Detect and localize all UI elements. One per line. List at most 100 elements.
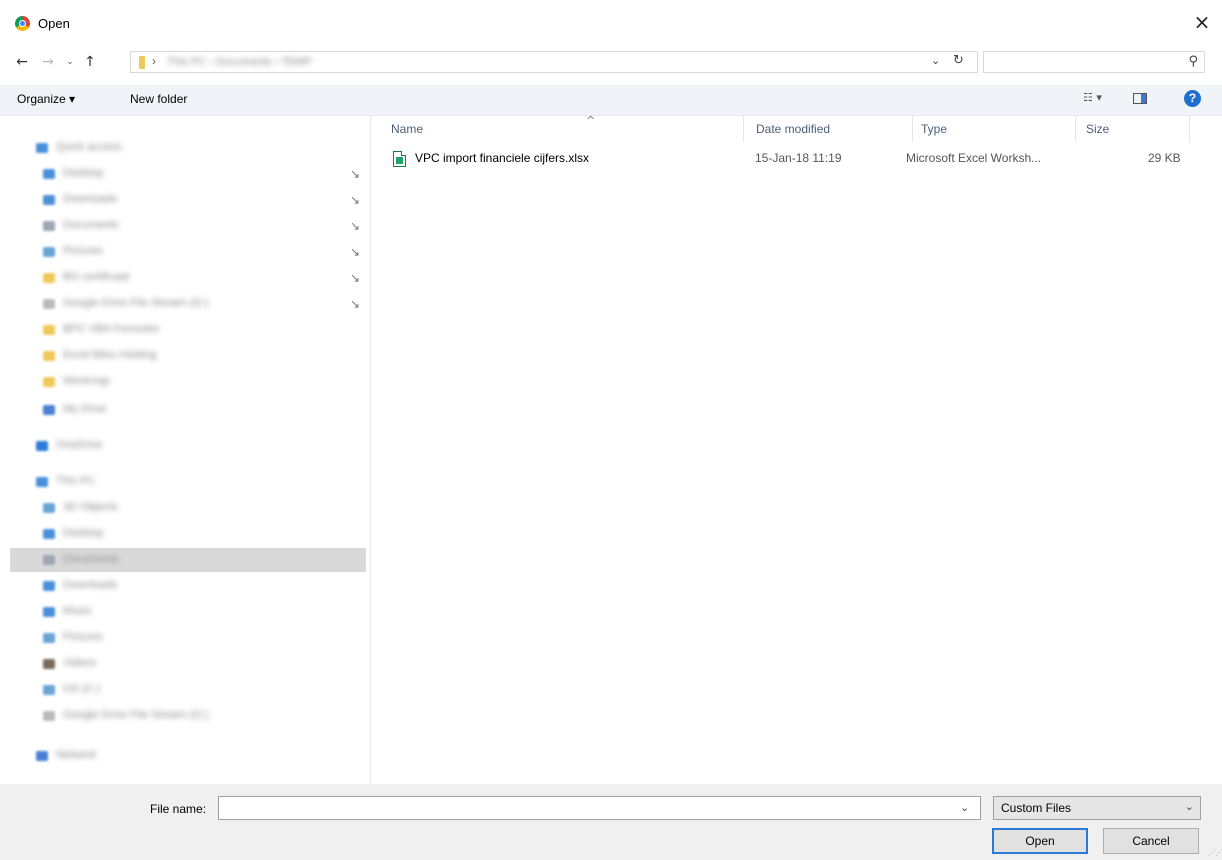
- sidebar-item[interactable]: Videos: [0, 652, 368, 676]
- title-bar: Open ×: [0, 0, 1222, 46]
- column-divider[interactable]: [1189, 116, 1190, 142]
- folder-icon: [139, 56, 145, 69]
- sidebar-item[interactable]: 3D Objects: [0, 496, 368, 520]
- sidebar-item[interactable]: Desktop ↘: [0, 162, 368, 186]
- sidebar-item[interactable]: Documents ↘: [0, 214, 368, 238]
- file-size: 29 KB: [1148, 151, 1181, 165]
- sidebar-item[interactable]: Network: [0, 744, 368, 768]
- sidebar-item[interactable]: Quick access: [0, 136, 368, 160]
- up-button[interactable]: ↑: [80, 53, 100, 71]
- sidebar-item[interactable]: Downloads: [0, 574, 368, 598]
- sidebar-item[interactable]: Google Drive File Stream (G:): [0, 704, 368, 728]
- sidebar-item[interactable]: Google Drive File Stream (G:) ↘: [0, 292, 368, 316]
- sidebar-item[interactable]: Downloads ↘: [0, 188, 368, 212]
- column-divider[interactable]: [743, 116, 744, 142]
- sidebar-item[interactable]: Documents: [0, 548, 368, 572]
- address-bar[interactable]: › This PC › Documents › TEMP ⌄ ↻: [130, 51, 978, 73]
- folder-icon: [36, 441, 48, 451]
- address-dropdown-button[interactable]: ⌄: [931, 54, 940, 67]
- sidebar-item-label: This PC: [56, 475, 96, 487]
- pin-icon: ↘: [350, 245, 361, 259]
- chevron-down-icon: ⌄: [1184, 800, 1194, 813]
- sidebar-item-label: Quick access: [56, 141, 122, 153]
- file-type-select[interactable]: Custom Files ⌄: [993, 796, 1201, 820]
- sidebar-item-label: Documents: [63, 553, 119, 565]
- new-folder-button[interactable]: New folder: [130, 92, 187, 106]
- cancel-button[interactable]: Cancel: [1103, 828, 1199, 854]
- close-button[interactable]: ×: [1188, 10, 1216, 36]
- sidebar-item[interactable]: BPC VBA Formules: [0, 318, 368, 342]
- column-header-date-modified[interactable]: Date modified: [756, 122, 830, 136]
- folder-icon: [43, 273, 55, 283]
- sort-ascending-icon: ^: [586, 114, 596, 127]
- file-name-dropdown-button[interactable]: ⌄: [960, 801, 969, 814]
- sidebar-item-label: BG certificaat: [63, 271, 130, 283]
- folder-icon: [43, 299, 55, 309]
- folder-icon: [43, 607, 55, 617]
- search-icon[interactable]: ⚲: [1188, 54, 1198, 69]
- folder-icon: [43, 351, 55, 361]
- column-header-type[interactable]: Type: [921, 122, 947, 136]
- sidebar-item-label: Pictures: [63, 631, 103, 643]
- file-name-label: File name:: [150, 802, 207, 816]
- file-name-input[interactable]: [218, 796, 981, 820]
- column-divider[interactable]: [912, 116, 913, 142]
- sidebar-item-label: Google Drive File Stream (G:): [63, 709, 209, 721]
- folder-icon: [43, 685, 55, 695]
- column-header-name[interactable]: Name: [391, 122, 423, 136]
- sidebar-item-label: Downloads: [63, 579, 118, 591]
- recent-locations-button[interactable]: ⌄: [60, 53, 80, 71]
- sidebar-item-label: My Drive: [63, 403, 107, 415]
- folder-icon: [43, 325, 55, 335]
- folder-icon: [43, 659, 55, 669]
- resize-grip[interactable]: ⋰⋰: [1208, 848, 1222, 857]
- sidebar-item[interactable]: My Drive: [0, 398, 368, 422]
- sidebar-item[interactable]: BG certificaat ↘: [0, 266, 368, 290]
- sidebar-item-label: BPC VBA Formules: [63, 323, 159, 335]
- sidebar-item-label: OneDrive: [56, 439, 103, 451]
- search-box[interactable]: ⚲: [983, 51, 1205, 73]
- organize-button[interactable]: Organize ▾: [17, 92, 75, 106]
- folder-icon: [43, 633, 55, 643]
- column-divider[interactable]: [1075, 116, 1076, 142]
- folder-icon: [43, 195, 55, 205]
- navigation-pane[interactable]: Quick access Desktop ↘ Downloads ↘ Documents ↘…: [0, 116, 371, 784]
- change-view-button[interactable]: ☷ ▾: [1083, 91, 1102, 104]
- sidebar-item[interactable]: Pictures: [0, 626, 368, 650]
- column-header-size[interactable]: Size: [1086, 122, 1109, 136]
- file-name[interactable]: VPC import financiele cijfers.xlsx: [415, 151, 589, 165]
- sidebar-item[interactable]: Excel Bliss Holding: [0, 344, 368, 368]
- help-button[interactable]: ?: [1184, 90, 1201, 107]
- sidebar-item[interactable]: Desktop: [0, 522, 368, 546]
- sidebar-item[interactable]: Music: [0, 600, 368, 624]
- address-path[interactable]: This PC › Documents › TEMP: [167, 56, 312, 68]
- folder-icon: [43, 555, 55, 565]
- folder-icon: [36, 477, 48, 487]
- folder-icon: [43, 529, 55, 539]
- sidebar-item[interactable]: This PC: [0, 470, 368, 494]
- sidebar-item-label: Documents: [63, 219, 119, 231]
- sidebar-item-label: Music: [63, 605, 92, 617]
- sidebar-item-label: 3D Objects: [63, 501, 118, 513]
- sidebar-item[interactable]: Werkmap: [0, 370, 368, 394]
- pin-icon: ↘: [350, 193, 361, 207]
- refresh-button[interactable]: ↻: [953, 53, 964, 68]
- file-row[interactable]: VPC import financiele cijfers.xlsx 15-Ja…: [391, 150, 1201, 170]
- forward-button[interactable]: →: [38, 53, 58, 71]
- sidebar-item-label: OS (C:): [63, 683, 101, 695]
- sidebar-item-label: Downloads: [63, 193, 118, 205]
- sidebar-item[interactable]: OS (C:): [0, 678, 368, 702]
- folder-icon: [36, 751, 48, 761]
- folder-icon: [43, 405, 55, 415]
- sidebar-item-label: Werkmap: [63, 375, 110, 387]
- folder-icon: [43, 503, 55, 513]
- open-button[interactable]: Open: [992, 828, 1088, 854]
- file-type: Microsoft Excel Worksh...: [906, 151, 1042, 165]
- command-bar: Organize ▾ New folder ☷ ▾ ?: [0, 85, 1222, 116]
- file-name-bar: File name: ⌄ Custom Files ⌄ Open Cancel …: [0, 784, 1222, 860]
- sidebar-item[interactable]: OneDrive: [0, 434, 368, 458]
- sidebar-item[interactable]: Pictures ↘: [0, 240, 368, 264]
- back-button[interactable]: ←: [12, 53, 32, 71]
- folder-icon: [36, 143, 48, 153]
- preview-pane-icon[interactable]: [1133, 93, 1147, 104]
